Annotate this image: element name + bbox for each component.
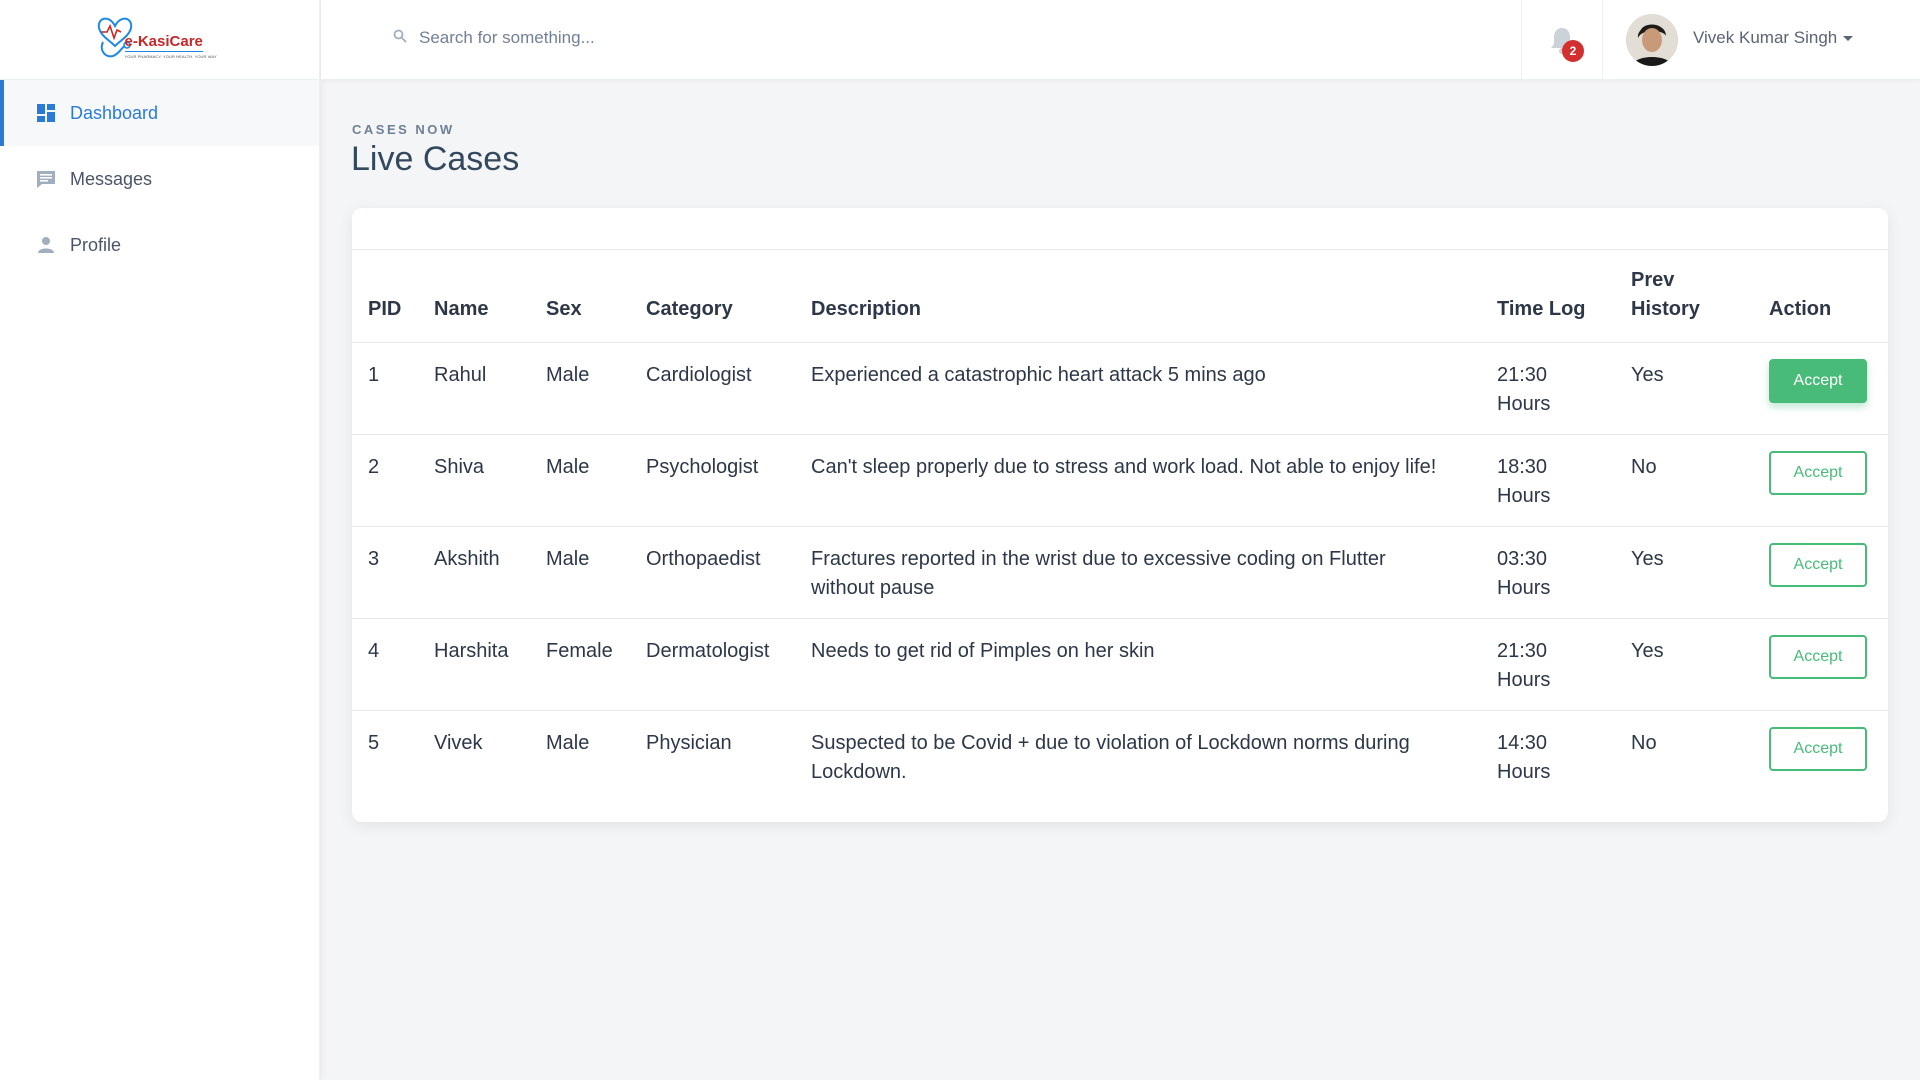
chevron-down-icon [1843,36,1854,42]
cell-pid: 5 [368,731,380,754]
cell-description: Experienced a catastrophic heart attack … [795,342,1481,435]
accept-button[interactable]: Accept [1769,450,1867,495]
table-row: 4 Harshita Female Dermatologist Needs to… [352,618,1888,711]
cases-table: PID Name Sex Category Description Time L… [352,250,1888,802]
search-icon [393,29,407,48]
column-header-time-log[interactable]: Time Log [1481,250,1615,343]
cell-action: Accept [1753,342,1888,435]
accept-button[interactable]: Accept [1769,634,1867,679]
cell-sex: Male [546,731,590,754]
live-cases-card: PID Name Sex Category Description Time L… [352,208,1888,822]
notifications-button[interactable]: 2 [1521,0,1603,80]
sidebar-item-label: Dashboard [70,102,159,123]
accept-button[interactable]: Accept [1769,726,1867,771]
cell-action: Accept [1753,710,1888,802]
column-header-name[interactable]: Name [418,250,530,343]
user-name: Vivek Kumar Singh [1693,28,1838,47]
cell-prev-history: No [1631,731,1657,754]
cell-prev-history: Yes [1615,618,1753,711]
cell-description: Suspected to be Covid + due to violation… [811,731,1410,783]
column-header-description[interactable]: Description [795,250,1481,343]
notification-badge: 2 [1562,40,1584,62]
cell-time-log: 21:30 Hours [1481,618,1615,711]
user-menu-toggle[interactable]: Vivek Kumar Singh [1693,28,1854,48]
sidebar-item-profile[interactable]: Profile [0,212,319,278]
table-row: 1 Rahul Male Cardiologist Experienced a … [352,342,1888,435]
cell-action: Accept [1753,526,1888,619]
search-input[interactable] [419,28,839,48]
page-title: Live Cases [351,140,520,178]
brand-name: e-KasiCare [124,32,203,52]
cell-prev-history: Yes [1615,342,1753,435]
cell-pid: 3 [352,526,418,619]
column-header-category[interactable]: Category [630,250,795,343]
card-header [352,208,1888,250]
cell-sex: Male [530,434,630,527]
avatar[interactable] [1626,14,1678,66]
cell-time-log: 14:30 Hours [1497,731,1551,783]
cell-time-log: 18:30 Hours [1481,434,1615,527]
page-eyebrow: CASES NOW [352,122,455,137]
search-bar [393,28,839,48]
brand-tagline: YOUR PHARMACY. YOUR HEALTH. YOUR WAY [124,53,217,59]
accept-button[interactable]: Accept [1769,542,1867,587]
cell-action: Accept [1753,618,1888,711]
column-header-prev-history[interactable]: Prev History [1615,250,1753,343]
cell-action: Accept [1753,434,1888,527]
cell-pid: 2 [352,434,418,527]
cell-category: Dermatologist [630,618,795,711]
cell-description: Fractures reported in the wrist due to e… [795,526,1481,619]
table-row: 2 Shiva Male Psychologist Can't sleep pr… [352,434,1888,527]
user-icon [36,235,56,255]
dashboard-icon [36,103,56,123]
column-header-sex[interactable]: Sex [530,250,630,343]
cell-name: Harshita [418,618,530,711]
cell-pid: 4 [352,618,418,711]
table-row: 3 Akshith Male Orthopaedist Fractures re… [352,526,1888,619]
column-header-action[interactable]: Action [1753,250,1888,343]
accept-button[interactable]: Accept [1769,358,1867,403]
cell-name: Rahul [418,342,530,435]
cell-sex: Male [530,342,630,435]
brand-logo[interactable]: e-KasiCare YOUR PHARMACY. YOUR HEALTH. Y… [95,12,225,68]
sidebar-item-messages[interactable]: Messages [0,146,319,212]
sidebar-item-label: Messages [70,168,153,189]
cell-time-log: 03:30 Hours [1481,526,1615,619]
cell-category: Orthopaedist [630,526,795,619]
cell-name: Akshith [418,526,530,619]
cell-name: Shiva [418,434,530,527]
table-row: 5 Vivek Male Physician Suspected to be C… [352,710,1888,802]
cell-description: Can't sleep properly due to stress and w… [795,434,1481,527]
cell-sex: Female [530,618,630,711]
sidebar: e-KasiCare YOUR PHARMACY. YOUR HEALTH. Y… [0,0,320,1080]
logo-area: e-KasiCare YOUR PHARMACY. YOUR HEALTH. Y… [0,0,319,80]
sidebar-item-label: Profile [70,234,122,255]
table-header-row: PID Name Sex Category Description Time L… [352,250,1888,343]
cell-category: Psychologist [630,434,795,527]
cell-prev-history: Yes [1615,526,1753,619]
column-header-pid[interactable]: PID [352,250,418,343]
cell-prev-history: No [1615,434,1753,527]
cell-category: Cardiologist [630,342,795,435]
top-bar: 2 Vivek Kumar Singh [321,0,1920,80]
cell-sex: Male [530,526,630,619]
cell-time-log: 21:30 Hours [1481,342,1615,435]
chat-icon [36,169,56,189]
cell-category: Physician [646,731,732,754]
cell-name: Vivek [434,731,483,754]
cell-description: Needs to get rid of Pimples on her skin [795,618,1481,711]
sidebar-item-dashboard[interactable]: Dashboard [0,80,319,146]
cell-pid: 1 [352,342,418,435]
